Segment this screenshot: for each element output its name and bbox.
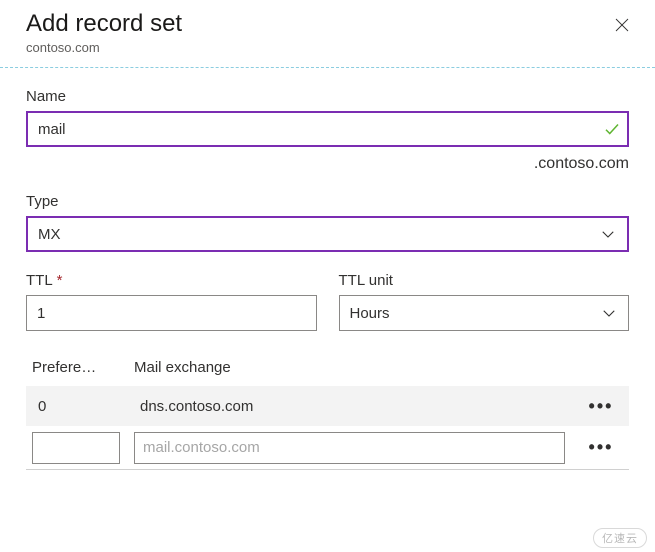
row-actions-button[interactable]: ••• (579, 396, 623, 417)
watermark: 亿速云 (593, 528, 647, 548)
type-select[interactable]: MX (26, 216, 629, 252)
type-value: MX (38, 226, 61, 243)
type-label: Type (26, 193, 629, 210)
column-header-preference: Prefere… (32, 359, 134, 376)
ttl-label: TTL* (26, 272, 317, 289)
name-label: Name (26, 88, 629, 105)
chevron-down-icon (600, 304, 618, 322)
checkmark-icon (603, 120, 621, 138)
panel-title: Add record set (26, 10, 182, 38)
row-actions-button[interactable]: ••• (579, 437, 623, 458)
table-row-new: ••• (26, 426, 629, 470)
cell-preference: 0 (32, 398, 134, 415)
column-header-mail-exchange: Mail exchange (134, 359, 629, 376)
cell-mail-exchange: dns.contoso.com (134, 398, 579, 415)
chevron-down-icon (599, 225, 617, 243)
required-asterisk: * (57, 272, 63, 289)
close-button[interactable] (607, 10, 637, 43)
name-input[interactable] (26, 111, 629, 147)
ttl-unit-label: TTL unit (339, 272, 630, 289)
mail-exchange-input[interactable] (134, 432, 565, 464)
table-row: 0 dns.contoso.com ••• (26, 386, 629, 426)
ellipsis-icon: ••• (589, 437, 614, 458)
ttl-unit-value: Hours (350, 305, 390, 322)
ttl-unit-select[interactable]: Hours (339, 295, 630, 331)
preference-input[interactable] (32, 432, 120, 464)
name-suffix: .contoso.com (26, 155, 629, 173)
close-icon (613, 22, 631, 37)
ellipsis-icon: ••• (589, 396, 614, 417)
ttl-input[interactable] (26, 295, 317, 331)
panel-subtitle: contoso.com (26, 40, 182, 55)
